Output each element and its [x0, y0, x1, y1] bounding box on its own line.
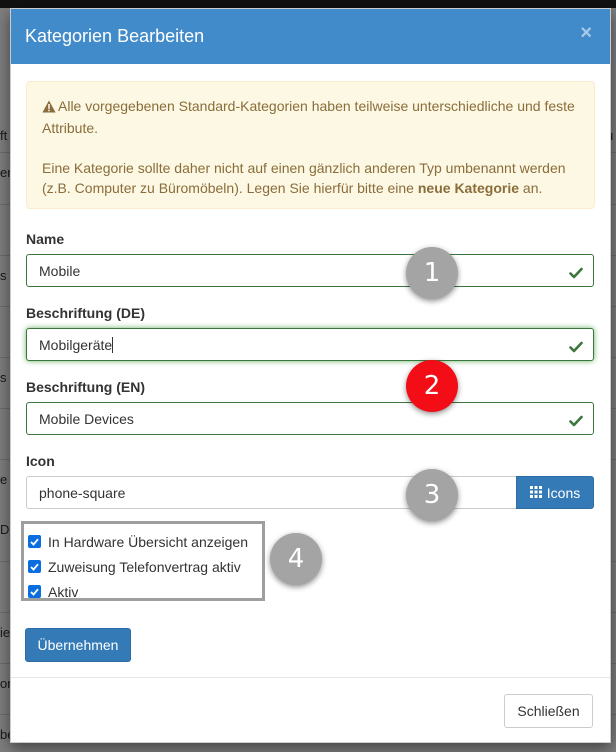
edit-category-modal: Kategorien Bearbeiten × Alle vorgegebene… [10, 8, 611, 743]
checkbox-group: In Hardware Übersicht anzeigen Zuweisung… [21, 521, 265, 601]
submit-button[interactable]: Übernehmen [25, 628, 131, 662]
checkbox-label: Zuweisung Telefonvertrag aktiv [48, 558, 241, 575]
modal-title: Kategorien Bearbeiten [25, 26, 205, 46]
label-en-label: Beschriftung (EN) [26, 379, 145, 395]
alert-line-2: Eine Kategorie sollte daher nicht auf ei… [42, 158, 579, 198]
checkbox-label: Aktiv [48, 583, 79, 600]
text-caret [112, 337, 114, 353]
checkbox-checked[interactable] [28, 535, 41, 548]
check-icon [569, 338, 583, 358]
warning-alert: Alle vorgegebenen Standard-Kategorien ha… [26, 81, 595, 209]
annotation-marker-4: 4 [270, 533, 322, 585]
alert-emphasis: neue Kategorie [417, 180, 520, 196]
check-icon [569, 264, 583, 284]
icons-button[interactable]: Icons [516, 476, 594, 509]
top-navbar [0, 0, 616, 8]
name-group: Name Mobile [26, 230, 595, 287]
annotation-marker-3: 3 [406, 469, 458, 521]
warning-icon [42, 98, 56, 118]
label-de-label: Beschriftung (DE) [26, 305, 145, 321]
checkbox-checked[interactable] [28, 560, 41, 573]
alert-text-2-end: an. [519, 180, 543, 196]
checkbox-show-in-overview[interactable]: In Hardware Übersicht anzeigen [28, 529, 262, 554]
annotation-marker-1: 1 [406, 247, 458, 299]
label-en-value: Mobile Devices [39, 411, 134, 427]
alert-text-1: Alle vorgegebenen Standard-Kategorien ha… [42, 98, 575, 136]
icon-input-group: phone-square Icons [26, 476, 594, 509]
label-en-group: Beschriftung (EN) Mobile Devices [26, 378, 595, 435]
name-label: Name [26, 231, 65, 247]
alert-line-1: Alle vorgegebenen Standard-Kategorien ha… [42, 96, 579, 138]
icon-group: Icon phone-square Icons [26, 452, 595, 509]
checkbox-checked[interactable] [28, 585, 41, 598]
grid-icon [529, 485, 542, 501]
label-en-input[interactable]: Mobile Devices [26, 402, 594, 435]
close-icon[interactable]: × [580, 23, 592, 43]
annotation-marker-2: 2 [406, 360, 458, 412]
modal-body: Alle vorgegebenen Standard-Kategorien ha… [11, 64, 610, 509]
checkbox-label: In Hardware Übersicht anzeigen [48, 533, 248, 550]
checkbox-phone-contract[interactable]: Zuweisung Telefonvertrag aktiv [28, 554, 262, 579]
name-input[interactable]: Mobile [26, 254, 594, 287]
close-button[interactable]: Schließen [504, 694, 593, 728]
icons-button-label: Icons [546, 484, 581, 501]
modal-footer: Schließen [11, 677, 610, 743]
label-de-input[interactable]: Mobilgeräte [26, 328, 594, 361]
modal-header: Kategorien Bearbeiten × [11, 9, 610, 64]
checkbox-active[interactable]: Aktiv [28, 579, 262, 604]
label-de-value: Mobilgeräte [39, 337, 113, 353]
check-icon [569, 412, 583, 432]
label-de-group: Beschriftung (DE) Mobilgeräte [26, 304, 595, 361]
name-value: Mobile [39, 263, 81, 279]
icon-label: Icon [26, 453, 55, 469]
